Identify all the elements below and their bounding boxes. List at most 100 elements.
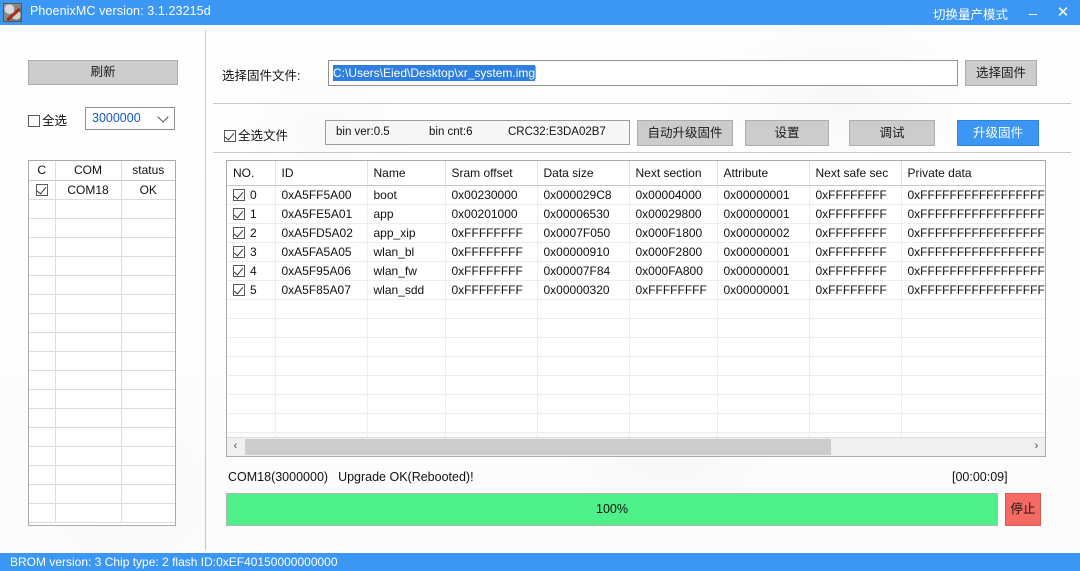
table-empty-row[interactable] [227,356,1045,375]
checkbox-icon [233,284,245,296]
table-row[interactable]: 40xA5F95A06wlan_fw0xFFFFFFFF0x00007F840x… [227,261,1045,280]
grid-header-name[interactable]: Name [367,161,445,185]
cell-name: app [367,204,445,223]
auto-upgrade-firmware-button[interactable]: 自动升级固件 [637,120,733,146]
table-empty-row[interactable] [227,318,1045,337]
table-empty-row[interactable] [227,337,1045,356]
cell-no[interactable]: 2 [227,223,275,242]
minimize-button[interactable]: _ [1018,0,1048,25]
com-header-status: status [121,161,175,180]
grid-header-next-safe-sec[interactable]: Next safe sec [809,161,901,185]
cell-next-safe-sec: 0xFFFFFFFF [809,261,901,280]
table-row[interactable]: 30xA5FA5A05wlan_bl0xFFFFFFFF0x000009100x… [227,242,1045,261]
phoenixmc-window: PhoenixMC version: 3.1.23215d 切换量产模式 _ ✕… [0,0,1080,571]
com-table-empty-row[interactable] [29,389,175,408]
select-all-ports-checkbox[interactable]: 全选 [28,110,67,129]
com-table-empty-row[interactable] [29,256,175,275]
section-divider-top [213,103,1071,104]
horizontal-scrollbar[interactable]: ‹ › [227,437,1045,456]
firmware-path-value: C:\Users\Eied\Desktop\xr_system.img [333,65,535,81]
cell-private-data: 0xFFFFFFFFFFFFFFFFFFFFFF [901,261,1045,280]
table-row[interactable]: 20xA5FD5A02app_xip0xFFFFFFFF0x0007F0500x… [227,223,1045,242]
table-row[interactable]: 00xA5FF5A00boot0x002300000x000029C80x000… [227,185,1045,204]
com-port-table[interactable]: C COM status COM18OK [28,160,176,526]
scroll-right-arrow-icon[interactable]: › [1028,438,1045,456]
cell-no[interactable]: 5 [227,280,275,299]
chevron-down-icon [157,111,168,122]
com-table-empty-row[interactable] [29,465,175,484]
scroll-left-arrow-icon[interactable]: ‹ [227,438,244,456]
com-table-empty-row[interactable] [29,370,175,389]
select-all-files-checkbox[interactable]: 全选文件 [224,125,288,144]
panel-divider [205,30,206,550]
window-title: PhoenixMC version: 3.1.23215d [30,4,211,18]
cell-attribute: 0x00000001 [717,185,809,204]
switch-production-mode-link[interactable]: 切换量产模式 [933,4,1008,23]
table-row[interactable]: 10xA5FE5A01app0x002010000x000065300x0002… [227,204,1045,223]
refresh-button[interactable]: 刷新 [28,60,178,85]
cell-next-safe-sec: 0xFFFFFFFF [809,223,901,242]
grid-header-private-data[interactable]: Private data [901,161,1045,185]
close-button[interactable]: ✕ [1048,0,1078,25]
com-table-row[interactable]: COM18OK [29,180,175,199]
select-firmware-button[interactable]: 选择固件 [965,60,1037,86]
com-table-empty-row[interactable] [29,275,175,294]
stop-button[interactable]: 停止 [1005,493,1041,526]
table-empty-row[interactable] [227,375,1045,394]
minimize-icon: _ [1018,0,1048,20]
bin-info-box: bin ver:0.5 bin cnt:6 CRC32:E3DA02B7 [325,120,630,145]
com-table-empty-row[interactable] [29,503,175,522]
cell-name: wlan_bl [367,242,445,261]
com-table-empty-row[interactable] [29,294,175,313]
debug-button[interactable]: 调试 [849,120,935,146]
baudrate-value: 3000000 [92,111,141,125]
firmware-path-input[interactable]: C:\Users\Eied\Desktop\xr_system.img [328,60,958,86]
cell-no[interactable]: 1 [227,204,275,223]
grid-header-data-size[interactable]: Data size [537,161,629,185]
com-table-empty-row[interactable] [29,218,175,237]
cell-private-data: 0xFFFFFFFFFFFFFFFFFFFFFF [901,280,1045,299]
com-table-empty-row[interactable] [29,199,175,218]
com-table-empty-row[interactable] [29,427,175,446]
table-empty-row[interactable] [227,394,1045,413]
grid-header-sram-offset[interactable]: Sram offset [445,161,537,185]
firmware-sections-table: NO.IDNameSram offsetData sizeNext sectio… [226,160,1046,457]
cell-next-safe-sec: 0xFFFFFFFF [809,204,901,223]
grid-header-attribute[interactable]: Attribute [717,161,809,185]
com-table-empty-row[interactable] [29,408,175,427]
table-row[interactable]: 50xA5F85A07wlan_sdd0xFFFFFFFF0x000003200… [227,280,1045,299]
com-row-port: COM18 [55,180,121,199]
grid-header-next-section[interactable]: Next section [629,161,717,185]
com-table-empty-row[interactable] [29,484,175,503]
progress-bar: 100% [226,493,998,526]
table-empty-row[interactable] [227,299,1045,318]
cell-id: 0xA5FD5A02 [275,223,367,242]
com-table-empty-row[interactable] [29,351,175,370]
checkbox-icon [233,227,245,239]
cell-private-data: 0xFFFFFFFFFFFFFFFFFFFFFF [901,242,1045,261]
cell-data-size: 0x00007F84 [537,261,629,280]
grid-header-row: NO.IDNameSram offsetData sizeNext sectio… [227,161,1045,185]
com-table-empty-row[interactable] [29,446,175,465]
cell-no[interactable]: 0 [227,185,275,204]
com-table-empty-row[interactable] [29,237,175,256]
cell-no[interactable]: 3 [227,242,275,261]
com-table-empty-row[interactable] [29,332,175,351]
cell-private-data: 0xFFFFFFFFFFFFFFFFFFFFFF [901,204,1045,223]
grid-header-no[interactable]: NO. [227,161,275,185]
table-empty-row[interactable] [227,413,1045,432]
baudrate-select[interactable]: 3000000 [85,107,175,130]
cell-sram-offset: 0x00201000 [445,204,537,223]
com-row-checkbox[interactable] [29,180,55,199]
settings-button[interactable]: 设置 [745,120,829,146]
cell-next-section: 0x000F1800 [629,223,717,242]
grid-header-id[interactable]: ID [275,161,367,185]
cell-no[interactable]: 4 [227,261,275,280]
title-bar: PhoenixMC version: 3.1.23215d 切换量产模式 _ ✕ [0,0,1080,25]
upgrade-firmware-button[interactable]: 升级固件 [957,120,1039,146]
com-table-empty-row[interactable] [29,313,175,332]
status-com: COM18(3000000) [228,470,328,484]
cell-id: 0xA5FA5A05 [275,242,367,261]
scrollbar-thumb[interactable] [245,439,831,455]
select-all-ports-label: 全选 [42,114,67,128]
